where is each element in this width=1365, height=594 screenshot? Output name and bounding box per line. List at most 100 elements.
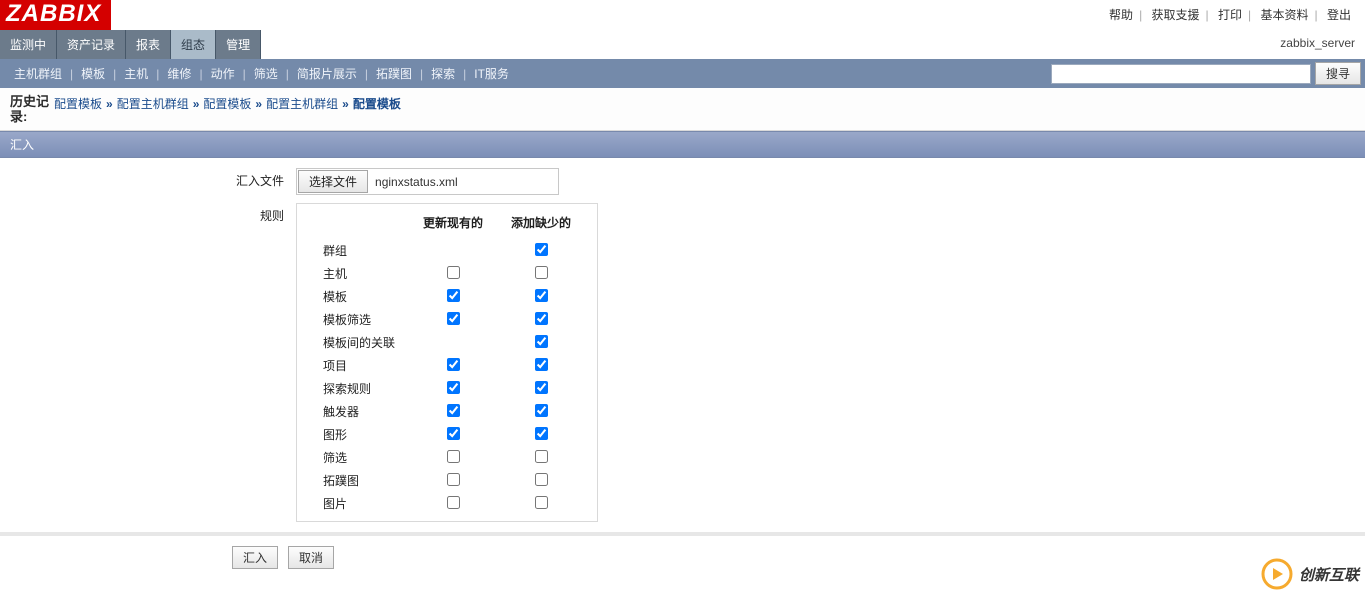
add-missing-checkbox[interactable] xyxy=(535,404,548,417)
rules-row: 模板 xyxy=(309,285,585,308)
server-name-label: zabbix_server xyxy=(1280,30,1365,59)
update-existing-checkbox[interactable] xyxy=(447,289,460,302)
update-existing-checkbox[interactable] xyxy=(447,381,460,394)
section-title-bar: 汇入 xyxy=(0,131,1365,158)
cancel-button[interactable]: 取消 xyxy=(288,546,334,569)
support-link[interactable]: 获取支援 xyxy=(1148,8,1204,22)
nav2-item-4[interactable]: 动作 xyxy=(203,63,243,84)
nav1-tab-2[interactable]: 报表 xyxy=(126,30,171,59)
nav2-item-8[interactable]: 探索 xyxy=(423,63,463,84)
update-existing-checkbox[interactable] xyxy=(447,496,460,509)
rule-label: 群组 xyxy=(309,239,409,262)
watermark-text: 创新互联 xyxy=(1299,564,1359,585)
separator: | xyxy=(1204,8,1211,22)
breadcrumb-item[interactable]: 配置模板 xyxy=(203,97,251,111)
add-missing-checkbox[interactable] xyxy=(535,473,548,486)
rules-row: 图形 xyxy=(309,423,585,446)
breadcrumb: 配置模板»配置主机群组»配置模板»配置主机群组»配置模板 xyxy=(54,94,401,112)
update-existing-checkbox[interactable] xyxy=(447,404,460,417)
add-missing-checkbox[interactable] xyxy=(535,289,548,302)
form-actions: 汇入 取消 xyxy=(0,536,1365,579)
chevron-right-icon: » xyxy=(251,97,266,111)
nav1-tab-1[interactable]: 资产记录 xyxy=(57,30,126,59)
search-button[interactable]: 搜寻 xyxy=(1315,62,1361,85)
add-missing-checkbox[interactable] xyxy=(535,381,548,394)
search-input[interactable] xyxy=(1051,64,1311,84)
nav2-item-2[interactable]: 主机 xyxy=(116,63,156,84)
nav2-item-1[interactable]: 模板 xyxy=(73,63,113,84)
rule-label: 主机 xyxy=(309,262,409,285)
rule-label: 模板 xyxy=(309,285,409,308)
add-missing-checkbox[interactable] xyxy=(535,312,548,325)
nav2-item-0[interactable]: 主机群组 xyxy=(6,63,70,84)
nav1-tab-4[interactable]: 管理 xyxy=(216,30,261,59)
rule-label: 模板筛选 xyxy=(309,308,409,331)
choose-file-button[interactable]: 选择文件 xyxy=(298,170,368,193)
chevron-right-icon: » xyxy=(102,97,117,111)
help-link[interactable]: 帮助 xyxy=(1105,8,1137,22)
add-missing-checkbox[interactable] xyxy=(535,266,548,279)
separator: | xyxy=(1246,8,1253,22)
rules-row: 拓蹼图 xyxy=(309,469,585,492)
profile-link[interactable]: 基本资料 xyxy=(1257,8,1313,22)
rules-label: 规则 xyxy=(8,203,296,224)
add-missing-checkbox[interactable] xyxy=(535,427,548,440)
add-missing-checkbox[interactable] xyxy=(535,496,548,509)
nav-primary: 监测中资产记录报表组态管理 xyxy=(0,30,261,59)
update-existing-checkbox[interactable] xyxy=(447,427,460,440)
rules-row: 项目 xyxy=(309,354,585,377)
rules-row: 主机 xyxy=(309,262,585,285)
logout-link[interactable]: 登出 xyxy=(1323,8,1355,22)
separator: | xyxy=(1313,8,1320,22)
nav2-item-3[interactable]: 维修 xyxy=(159,63,199,84)
rules-row: 筛选 xyxy=(309,446,585,469)
breadcrumb-item[interactable]: 配置主机群组 xyxy=(266,97,338,111)
separator: | xyxy=(1137,8,1144,22)
top-utility-links: 帮助| 获取支援| 打印| 基本资料| 登出 xyxy=(1105,0,1365,23)
chosen-file-name: nginxstatus.xml xyxy=(369,175,558,189)
rule-label: 探索规则 xyxy=(309,377,409,400)
add-missing-checkbox[interactable] xyxy=(535,335,548,348)
rules-row: 模板间的关联 xyxy=(309,331,585,354)
nav1-tab-0[interactable]: 监测中 xyxy=(0,30,57,59)
chevron-right-icon: » xyxy=(338,97,353,111)
nav2-item-9[interactable]: IT服务 xyxy=(466,63,517,84)
import-button[interactable]: 汇入 xyxy=(232,546,278,569)
rule-label: 模板间的关联 xyxy=(309,331,409,354)
add-missing-checkbox[interactable] xyxy=(535,243,548,256)
add-missing-checkbox[interactable] xyxy=(535,358,548,371)
import-file-label: 汇入文件 xyxy=(8,168,296,189)
rule-label: 图片 xyxy=(309,492,409,515)
update-existing-checkbox[interactable] xyxy=(447,450,460,463)
add-missing-checkbox[interactable] xyxy=(535,450,548,463)
file-input[interactable]: 选择文件 nginxstatus.xml xyxy=(296,168,559,195)
rules-row: 群组 xyxy=(309,239,585,262)
print-link[interactable]: 打印 xyxy=(1214,8,1246,22)
rule-label: 图形 xyxy=(309,423,409,446)
nav2-item-7[interactable]: 拓蹼图 xyxy=(368,63,420,84)
update-existing-checkbox[interactable] xyxy=(447,358,460,371)
rules-row: 模板筛选 xyxy=(309,308,585,331)
search-form: 搜寻 xyxy=(1051,60,1365,87)
nav1-tab-3[interactable]: 组态 xyxy=(171,30,216,59)
breadcrumb-item[interactable]: 配置模板 xyxy=(54,97,102,111)
nav-secondary: 主机群组|模板|主机|维修|动作|筛选|简报片展示|拓蹼图|探索|IT服务 xyxy=(0,59,517,88)
rule-label: 项目 xyxy=(309,354,409,377)
col-add-missing: 添加缺少的 xyxy=(497,210,585,239)
col-update-existing: 更新现有的 xyxy=(409,210,497,239)
rule-label: 筛选 xyxy=(309,446,409,469)
nav2-item-6[interactable]: 简报片展示 xyxy=(289,63,365,84)
rule-label: 触发器 xyxy=(309,400,409,423)
history-label: 历史记录: xyxy=(10,94,54,124)
rules-row: 图片 xyxy=(309,492,585,515)
rules-table: 更新现有的 添加缺少的 群组主机模板模板筛选模板间的关联项目探索规则触发器图形筛… xyxy=(309,210,585,515)
nav2-item-5[interactable]: 筛选 xyxy=(246,63,286,84)
chevron-right-icon: » xyxy=(189,97,204,111)
update-existing-checkbox[interactable] xyxy=(447,473,460,486)
update-existing-checkbox[interactable] xyxy=(447,312,460,325)
watermark: 创新互联 xyxy=(1261,558,1359,590)
rules-row: 探索规则 xyxy=(309,377,585,400)
breadcrumb-item[interactable]: 配置主机群组 xyxy=(117,97,189,111)
logo[interactable]: ZABBIX xyxy=(0,0,111,30)
update-existing-checkbox[interactable] xyxy=(447,266,460,279)
